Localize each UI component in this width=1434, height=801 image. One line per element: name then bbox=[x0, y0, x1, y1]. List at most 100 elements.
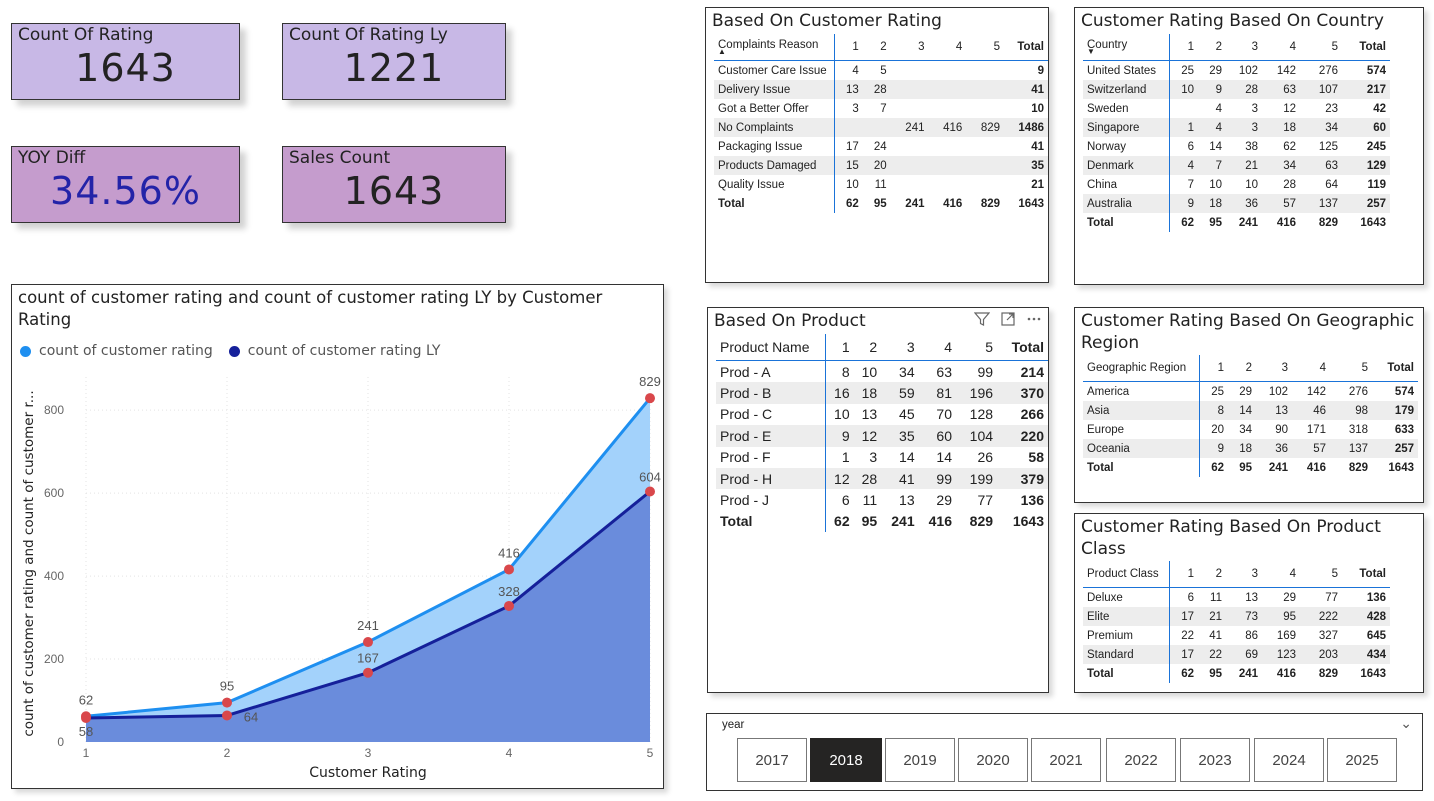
column-header[interactable]: 4 bbox=[1292, 355, 1330, 382]
table-row[interactable]: Products Damaged 15 20 35 bbox=[714, 156, 1048, 175]
row-header[interactable]: Complaints Reason ▲ bbox=[714, 34, 835, 61]
table-row[interactable]: Denmark 4 7 21 34 63 129 bbox=[1083, 156, 1390, 175]
table-row[interactable]: Prod - H 12 28 41 99 199 379 bbox=[716, 467, 1048, 490]
column-header[interactable]: Total bbox=[997, 334, 1048, 361]
column-header[interactable]: 1 bbox=[1169, 34, 1198, 61]
table-row[interactable]: Singapore 1 4 3 18 34 60 bbox=[1083, 118, 1390, 137]
year-button-2021[interactable]: 2021 bbox=[1031, 738, 1101, 782]
column-header[interactable]: 1 bbox=[834, 34, 863, 61]
table-row[interactable]: Prod - E 9 12 35 60 104 220 bbox=[716, 425, 1048, 447]
table-row[interactable]: Elite 17 21 73 95 222 428 bbox=[1083, 607, 1390, 626]
row-header[interactable]: Product Class bbox=[1083, 561, 1170, 588]
table-row[interactable]: Australia 9 18 36 57 137 257 bbox=[1083, 194, 1390, 213]
kpi-value: 1643 bbox=[75, 46, 176, 90]
table-row[interactable]: Delivery Issue 13 28 41 bbox=[714, 80, 1048, 99]
cell-value: 26 bbox=[977, 449, 994, 466]
year-button-2023[interactable]: 2023 bbox=[1180, 738, 1250, 782]
year-button-2024[interactable]: 2024 bbox=[1254, 738, 1324, 782]
column-header[interactable]: 4 bbox=[1262, 34, 1300, 61]
sort-arrow-icon[interactable]: ▼ bbox=[1087, 48, 1163, 56]
table-row[interactable]: Europe 20 34 90 171 318 633 bbox=[1083, 420, 1418, 439]
column-header[interactable]: 5 bbox=[956, 334, 998, 361]
table-row[interactable]: Customer Care Issue 4 5 9 bbox=[714, 60, 1048, 80]
column-header[interactable]: 1 bbox=[825, 334, 854, 361]
column-header[interactable]: Total bbox=[1004, 34, 1048, 61]
cell-value: 1 bbox=[841, 449, 850, 466]
year-button-2022[interactable]: 2022 bbox=[1106, 738, 1176, 782]
table-row[interactable]: Sweden 4 3 12 23 42 bbox=[1083, 99, 1390, 118]
column-header[interactable]: Total bbox=[1342, 561, 1390, 588]
row-header[interactable]: Country ▼ bbox=[1083, 34, 1170, 61]
table-row[interactable]: Quality Issue 10 11 21 bbox=[714, 175, 1048, 194]
data-point-ly bbox=[363, 667, 373, 678]
row-label: Prod - J bbox=[716, 489, 827, 511]
table-row[interactable]: Oceania 9 18 36 57 137 257 bbox=[1083, 439, 1418, 458]
column-header[interactable]: Total bbox=[1372, 355, 1418, 382]
table-row[interactable]: Prod - F 1 3 14 14 26 58 bbox=[716, 446, 1048, 468]
cell-value: 17 bbox=[1169, 607, 1198, 626]
cell-value: 257 bbox=[1372, 439, 1418, 458]
table-row[interactable]: Prod - B 16 18 59 81 196 370 bbox=[716, 382, 1048, 404]
focus-mode-icon[interactable] bbox=[1000, 311, 1016, 327]
table-row[interactable]: Premium 22 41 86 169 327 645 bbox=[1083, 626, 1390, 645]
cell-value: 63 bbox=[1262, 80, 1300, 99]
year-button-2018[interactable]: 2018 bbox=[810, 738, 882, 782]
year-button-2017[interactable]: 2017 bbox=[737, 738, 807, 782]
column-header[interactable]: 2 bbox=[1228, 355, 1256, 382]
column-header[interactable]: 1 bbox=[1199, 355, 1228, 382]
sort-arrow-icon[interactable]: ▲ bbox=[718, 48, 828, 56]
column-header[interactable]: 2 bbox=[862, 34, 891, 61]
column-header[interactable]: 3 bbox=[1256, 355, 1292, 382]
more-options-icon[interactable] bbox=[1026, 311, 1042, 327]
table-row[interactable]: Prod - A 8 10 34 63 99 214 bbox=[716, 360, 1048, 383]
column-header[interactable]: 3 bbox=[881, 334, 919, 361]
column-header[interactable]: 2 bbox=[853, 334, 882, 361]
table-row[interactable]: Norway 6 14 38 62 125 245 bbox=[1083, 137, 1390, 156]
table-row[interactable]: Prod - C 10 13 45 70 128 266 bbox=[716, 403, 1048, 426]
year-button-2020[interactable]: 2020 bbox=[958, 738, 1028, 782]
row-header[interactable]: Geographic Region bbox=[1083, 355, 1200, 382]
table-row[interactable]: Prod - J 6 11 13 29 77 136 bbox=[716, 489, 1048, 511]
year-button-2019[interactable]: 2019 bbox=[885, 738, 955, 782]
column-header[interactable]: Total bbox=[1342, 34, 1390, 61]
table-row[interactable]: America 25 29 102 142 276 574 bbox=[1083, 381, 1418, 401]
column-header[interactable]: 1 bbox=[1169, 561, 1198, 588]
table-row[interactable]: Switzerland 10 9 28 63 107 217 bbox=[1083, 80, 1390, 99]
data-label-ly: 328 bbox=[498, 584, 520, 599]
kpi-yoy-diff[interactable]: YOY Diff 34.56% bbox=[11, 146, 240, 223]
table-row[interactable]: United States 25 29 102 142 276 574 bbox=[1083, 60, 1390, 80]
kpi-sales-count[interactable]: Sales Count 1643 bbox=[282, 146, 506, 223]
table-row[interactable]: Packaging Issue 17 24 41 bbox=[714, 137, 1048, 156]
column-header[interactable]: 3 bbox=[1226, 34, 1262, 61]
column-header[interactable]: 5 bbox=[1300, 34, 1342, 61]
table-row[interactable]: Deluxe 6 11 13 29 77 136 bbox=[1083, 587, 1390, 607]
table-row[interactable]: Asia 8 14 13 46 98 179 bbox=[1083, 401, 1418, 420]
row-header[interactable]: Product Name bbox=[716, 334, 827, 361]
total-value: 1643 bbox=[1360, 667, 1386, 680]
column-header[interactable]: 3 bbox=[1226, 561, 1262, 588]
column-header[interactable]: 5 bbox=[1300, 561, 1342, 588]
column-header[interactable]: 5 bbox=[1330, 355, 1372, 382]
column-header[interactable]: 2 bbox=[1198, 34, 1226, 61]
cell-value: 137 bbox=[1300, 194, 1342, 213]
cell-value: 574 bbox=[1394, 385, 1414, 398]
column-header[interactable]: 3 bbox=[890, 34, 929, 61]
year-button-2025[interactable]: 2025 bbox=[1327, 738, 1397, 782]
cell-value: 28 bbox=[862, 80, 891, 99]
cell-value bbox=[890, 80, 929, 99]
kpi-count-of-rating[interactable]: Count Of Rating 1643 bbox=[11, 23, 240, 100]
chevron-down-icon[interactable]: ⌄ bbox=[1400, 716, 1412, 732]
filter-icon[interactable] bbox=[974, 311, 990, 327]
column-header[interactable]: 4 bbox=[928, 34, 967, 61]
table-row[interactable]: Standard 17 22 69 123 203 434 bbox=[1083, 645, 1390, 664]
column-header[interactable]: 5 bbox=[966, 34, 1005, 61]
table-row[interactable]: No Complaints 241 416 829 1486 bbox=[714, 118, 1048, 137]
column-header[interactable]: 2 bbox=[1198, 561, 1226, 588]
table-row[interactable]: Got a Better Offer 3 7 10 bbox=[714, 99, 1048, 118]
column-header[interactable]: 4 bbox=[1262, 561, 1300, 588]
total-row: Total 62 95 241 416 829 1643 bbox=[714, 194, 1048, 213]
rating-area-chart[interactable]: count of customer rating and count of cu… bbox=[11, 284, 664, 789]
kpi-count-of-rating-ly[interactable]: Count Of Rating Ly 1221 bbox=[282, 23, 506, 100]
column-header[interactable]: 4 bbox=[918, 334, 956, 361]
table-row[interactable]: China 7 10 10 28 64 119 bbox=[1083, 175, 1390, 194]
